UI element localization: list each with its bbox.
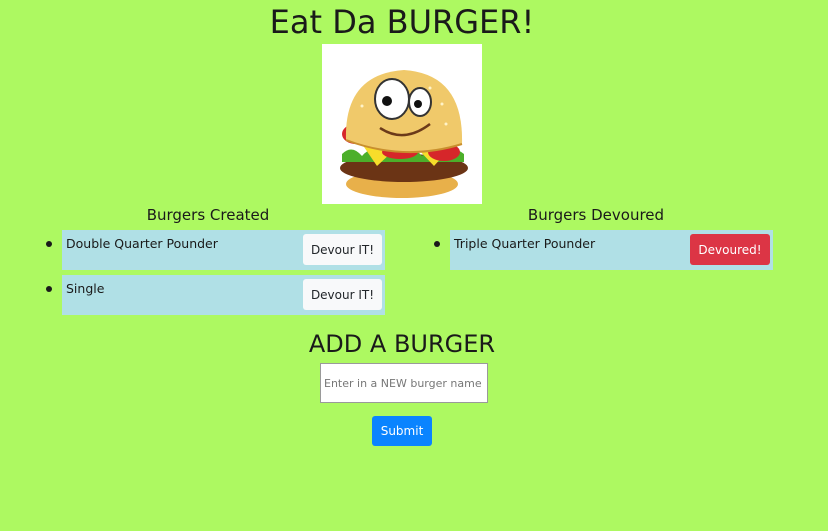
bullet-icon (46, 286, 52, 292)
burgers-devoured-heading: Burgers Devoured (527, 206, 665, 224)
page: Eat Da BURGER! Burgers Created Burgers D… (0, 0, 828, 531)
devour-button[interactable]: Devour IT! (303, 279, 382, 310)
burger-name: Triple Quarter Pounder (454, 236, 596, 251)
list-item: Triple Quarter Pounder Devoured! (434, 230, 773, 270)
new-burger-input[interactable] (320, 363, 488, 403)
burger-logo-icon (322, 44, 482, 204)
burgers-created-list: Double Quarter Pounder Devour IT! Single… (46, 230, 385, 320)
burgers-devoured-list: Triple Quarter Pounder Devoured! (434, 230, 773, 275)
submit-button[interactable]: Submit (372, 416, 432, 446)
burger-name: Single (66, 281, 105, 296)
bullet-icon (434, 241, 440, 247)
burger-name: Double Quarter Pounder (66, 236, 218, 251)
bullet-icon (46, 241, 52, 247)
devour-button[interactable]: Devour IT! (303, 234, 382, 265)
burgers-created-heading: Burgers Created (146, 206, 270, 224)
list-item: Double Quarter Pounder Devour IT! (46, 230, 385, 270)
list-item: Single Devour IT! (46, 275, 385, 315)
add-burger-heading: ADD A BURGER (308, 330, 496, 358)
devoured-button[interactable]: Devoured! (690, 234, 770, 265)
page-title: Eat Da BURGER! (269, 3, 535, 41)
